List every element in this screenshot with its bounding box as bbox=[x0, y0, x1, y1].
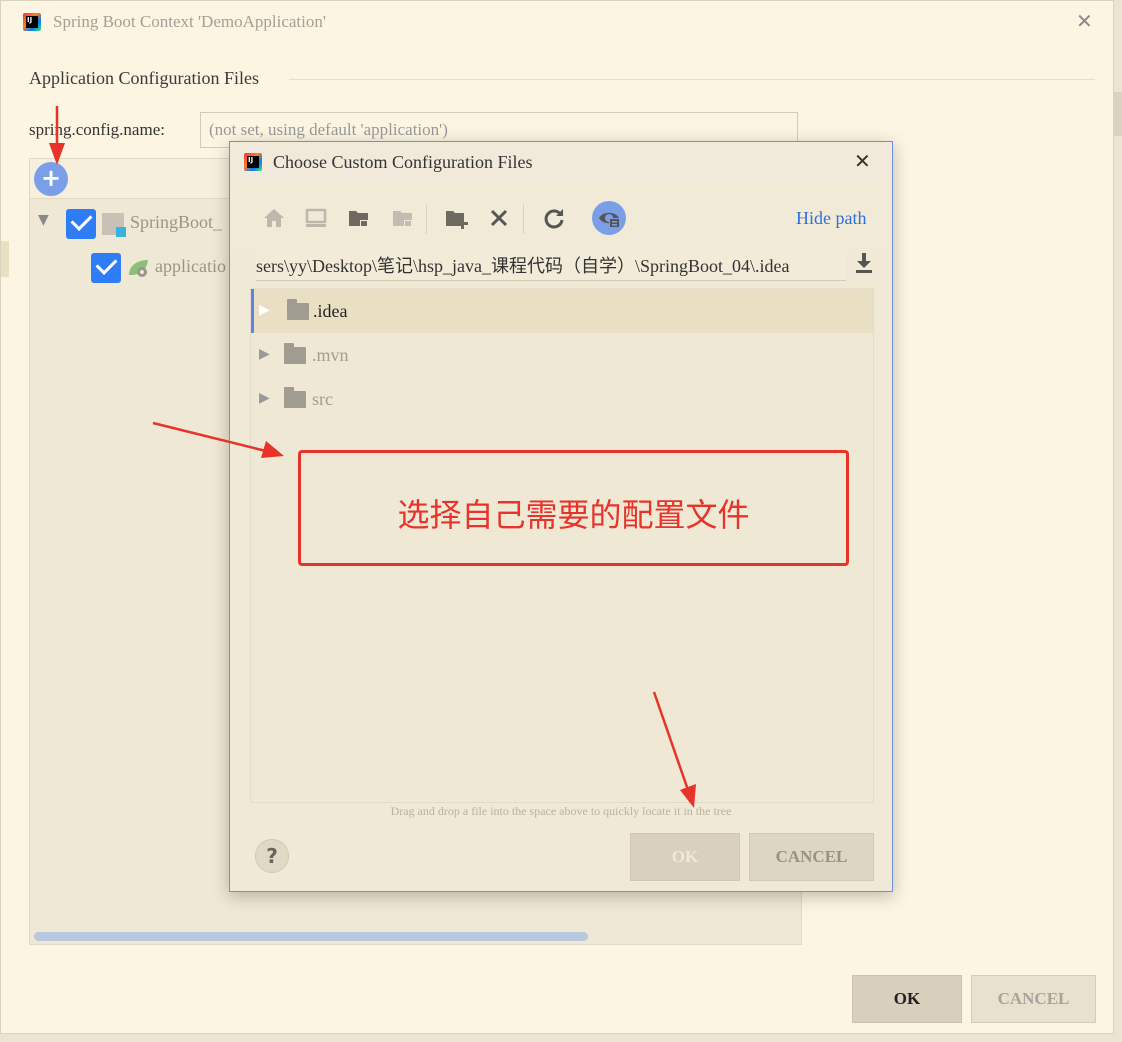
section-divider bbox=[289, 79, 1095, 80]
file-name: .idea bbox=[313, 301, 348, 321]
toolbar-separator bbox=[426, 204, 427, 234]
dialog-title-bar: IJ Choose Custom Configuration Files ✕ bbox=[230, 142, 892, 182]
ok-button[interactable]: OK bbox=[852, 975, 962, 1023]
section-title: Application Configuration Files bbox=[29, 68, 259, 88]
module-icon bbox=[102, 213, 126, 237]
show-hidden-files-toggle[interactable] bbox=[592, 201, 626, 235]
folder-icon bbox=[287, 299, 309, 320]
window-title: Spring Boot Context 'DemoApplication' bbox=[53, 12, 326, 31]
right-window-edge bbox=[1114, 0, 1122, 1042]
home-icon[interactable] bbox=[261, 205, 287, 231]
module-label: SpringBoot_ bbox=[130, 212, 223, 232]
add-file-button[interactable]: + bbox=[34, 162, 68, 196]
left-edge-band bbox=[1, 241, 9, 277]
eye-icon bbox=[599, 212, 620, 228]
download-icon[interactable] bbox=[853, 250, 875, 274]
file-row-idea[interactable]: ▶ .idea bbox=[251, 289, 873, 333]
dialog-close-icon[interactable]: ✕ bbox=[854, 151, 871, 171]
refresh-icon[interactable] bbox=[541, 205, 567, 231]
config-name-label: spring.config.name: bbox=[29, 120, 165, 139]
module-folder-icon[interactable] bbox=[390, 205, 416, 231]
file-label: applicatio bbox=[155, 256, 226, 276]
expand-arrow-icon[interactable]: ▶ bbox=[259, 390, 270, 406]
expand-arrow-icon[interactable]: ▶ bbox=[259, 302, 270, 318]
hide-path-link[interactable]: Hide path bbox=[796, 208, 866, 229]
module-checkbox[interactable] bbox=[66, 209, 96, 239]
annotation-text: 选择自己需要的配置文件 bbox=[397, 496, 750, 534]
new-folder-icon[interactable] bbox=[444, 205, 470, 231]
horizontal-scrollbar[interactable] bbox=[34, 932, 588, 941]
expand-arrow-icon[interactable]: ▶ bbox=[259, 346, 270, 362]
folder-icon bbox=[284, 387, 306, 408]
file-row-src[interactable]: ▶ src bbox=[251, 377, 873, 421]
window-title-bar: IJ Spring Boot Context 'DemoApplication'… bbox=[1, 1, 1115, 45]
path-input[interactable] bbox=[256, 249, 846, 281]
dialog-title: Choose Custom Configuration Files bbox=[273, 152, 533, 172]
help-button[interactable]: ? bbox=[255, 839, 289, 873]
dialog-ok-button[interactable]: OK bbox=[630, 833, 740, 881]
file-name: src bbox=[312, 389, 333, 409]
file-name: .mvn bbox=[312, 345, 349, 365]
project-folder-icon[interactable] bbox=[346, 205, 372, 231]
delete-icon[interactable] bbox=[486, 205, 512, 231]
bottom-window-edge bbox=[0, 1034, 1122, 1042]
intellij-icon: IJ bbox=[23, 13, 41, 31]
window-close-icon[interactable]: ✕ bbox=[1076, 11, 1093, 31]
spring-leaf-icon bbox=[129, 260, 148, 277]
toolbar-separator bbox=[523, 204, 524, 234]
expand-arrow-icon[interactable]: ▼ bbox=[38, 212, 49, 228]
dialog-cancel-button[interactable]: CANCEL bbox=[749, 833, 874, 881]
cancel-button[interactable]: CANCEL bbox=[971, 975, 1096, 1023]
intellij-icon: IJ bbox=[244, 153, 262, 171]
desktop-icon[interactable] bbox=[303, 205, 329, 231]
file-checkbox[interactable] bbox=[91, 253, 121, 283]
file-row-mvn[interactable]: ▶ .mvn bbox=[251, 333, 873, 377]
drag-drop-hint: Drag and drop a file into the space abov… bbox=[390, 804, 732, 818]
annotation-box: 选择自己需要的配置文件 bbox=[298, 450, 849, 566]
folder-icon bbox=[284, 343, 306, 364]
